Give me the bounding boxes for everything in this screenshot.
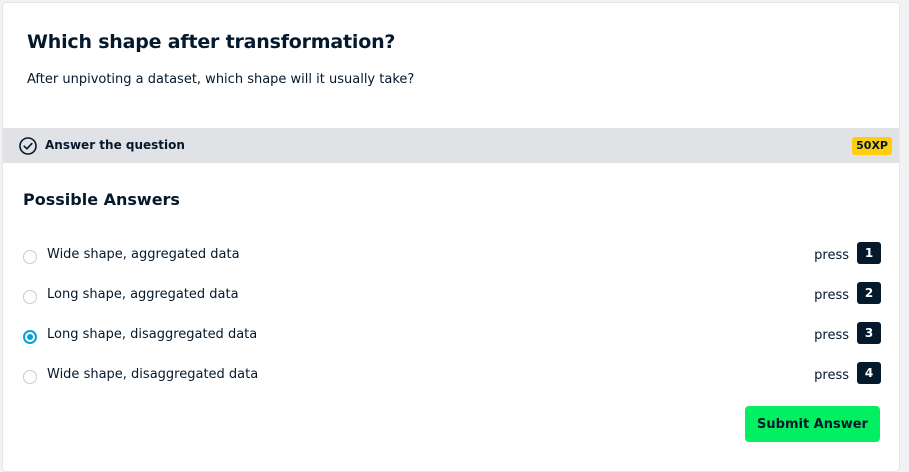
answer-option-label: Long shape, disaggregated data: [47, 327, 258, 342]
keyboard-shortcut-badge: 1: [857, 242, 881, 264]
radio-button-selected[interactable]: [23, 330, 37, 344]
keyboard-shortcut-badge: 3: [857, 322, 881, 344]
exercise-card: Which shape after transformation? After …: [2, 2, 900, 472]
press-hint: press: [814, 248, 849, 263]
check-circle-icon: [19, 137, 37, 155]
keyboard-shortcut-badge: 4: [857, 362, 881, 384]
press-hint: press: [814, 288, 849, 303]
answer-option-label: Long shape, aggregated data: [47, 287, 239, 302]
answer-option-1[interactable]: Wide shape, aggregated data press 1: [3, 240, 899, 274]
press-hint: press: [814, 368, 849, 383]
possible-answers-heading: Possible Answers: [23, 190, 180, 209]
submit-answer-button[interactable]: Submit Answer: [745, 406, 880, 442]
press-hint: press: [814, 328, 849, 343]
question-title: Which shape after transformation?: [27, 31, 396, 53]
question-description: After unpivoting a dataset, which shape …: [27, 72, 415, 87]
answer-option-4[interactable]: Wide shape, disaggregated data press 4: [3, 360, 899, 394]
answer-option-label: Wide shape, disaggregated data: [47, 367, 259, 382]
banner-label: Answer the question: [45, 138, 185, 152]
answer-banner: Answer the question 50XP: [3, 128, 899, 163]
answer-option-label: Wide shape, aggregated data: [47, 247, 240, 262]
xp-badge: 50XP: [852, 137, 892, 155]
answer-option-2[interactable]: Long shape, aggregated data press 2: [3, 280, 899, 314]
keyboard-shortcut-badge: 2: [857, 282, 881, 304]
radio-button[interactable]: [23, 290, 37, 304]
radio-button[interactable]: [23, 250, 37, 264]
answer-option-3[interactable]: Long shape, disaggregated data press 3: [3, 320, 899, 354]
radio-button[interactable]: [23, 370, 37, 384]
